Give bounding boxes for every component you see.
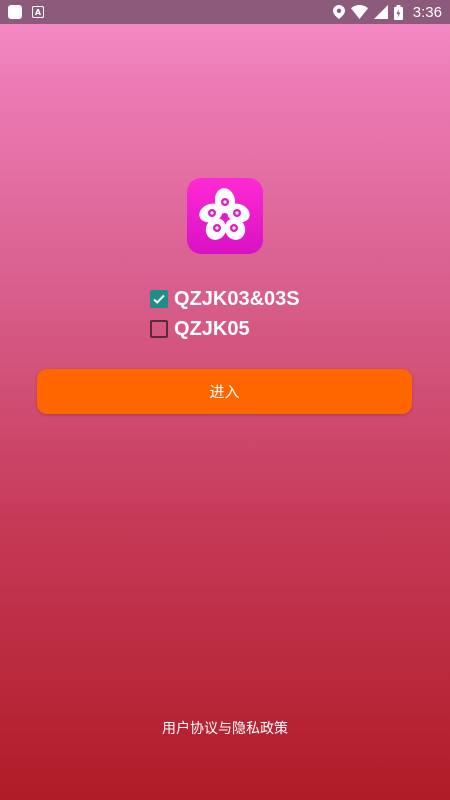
model-options: QZJK03&03S QZJK05 [150,284,300,344]
battery-icon [393,4,403,20]
app-icon [8,5,22,19]
enter-button[interactable]: 进入 [37,369,412,414]
signal-icon [373,5,388,19]
status-bar: A 3:36 [0,0,450,24]
option-qzjk03[interactable]: QZJK03&03S [150,284,300,314]
status-left: A [8,5,44,19]
a-icon: A [32,6,44,18]
privacy-policy-link[interactable]: 用户协议与隐私政策 [0,718,450,738]
wifi-icon [350,5,368,19]
checkbox-qzjk05[interactable] [150,320,168,338]
location-icon [332,5,345,19]
check-icon [153,294,165,304]
option-label-qzjk05: QZJK05 [174,317,250,340]
option-qzjk05[interactable]: QZJK05 [150,314,300,344]
status-right: 3:36 [332,3,442,21]
app-logo [187,178,263,254]
option-label-qzjk03: QZJK03&03S [174,287,300,310]
status-time: 3:36 [412,3,442,21]
flower-logo-icon [199,188,250,240]
checkbox-qzjk03[interactable] [150,290,168,308]
